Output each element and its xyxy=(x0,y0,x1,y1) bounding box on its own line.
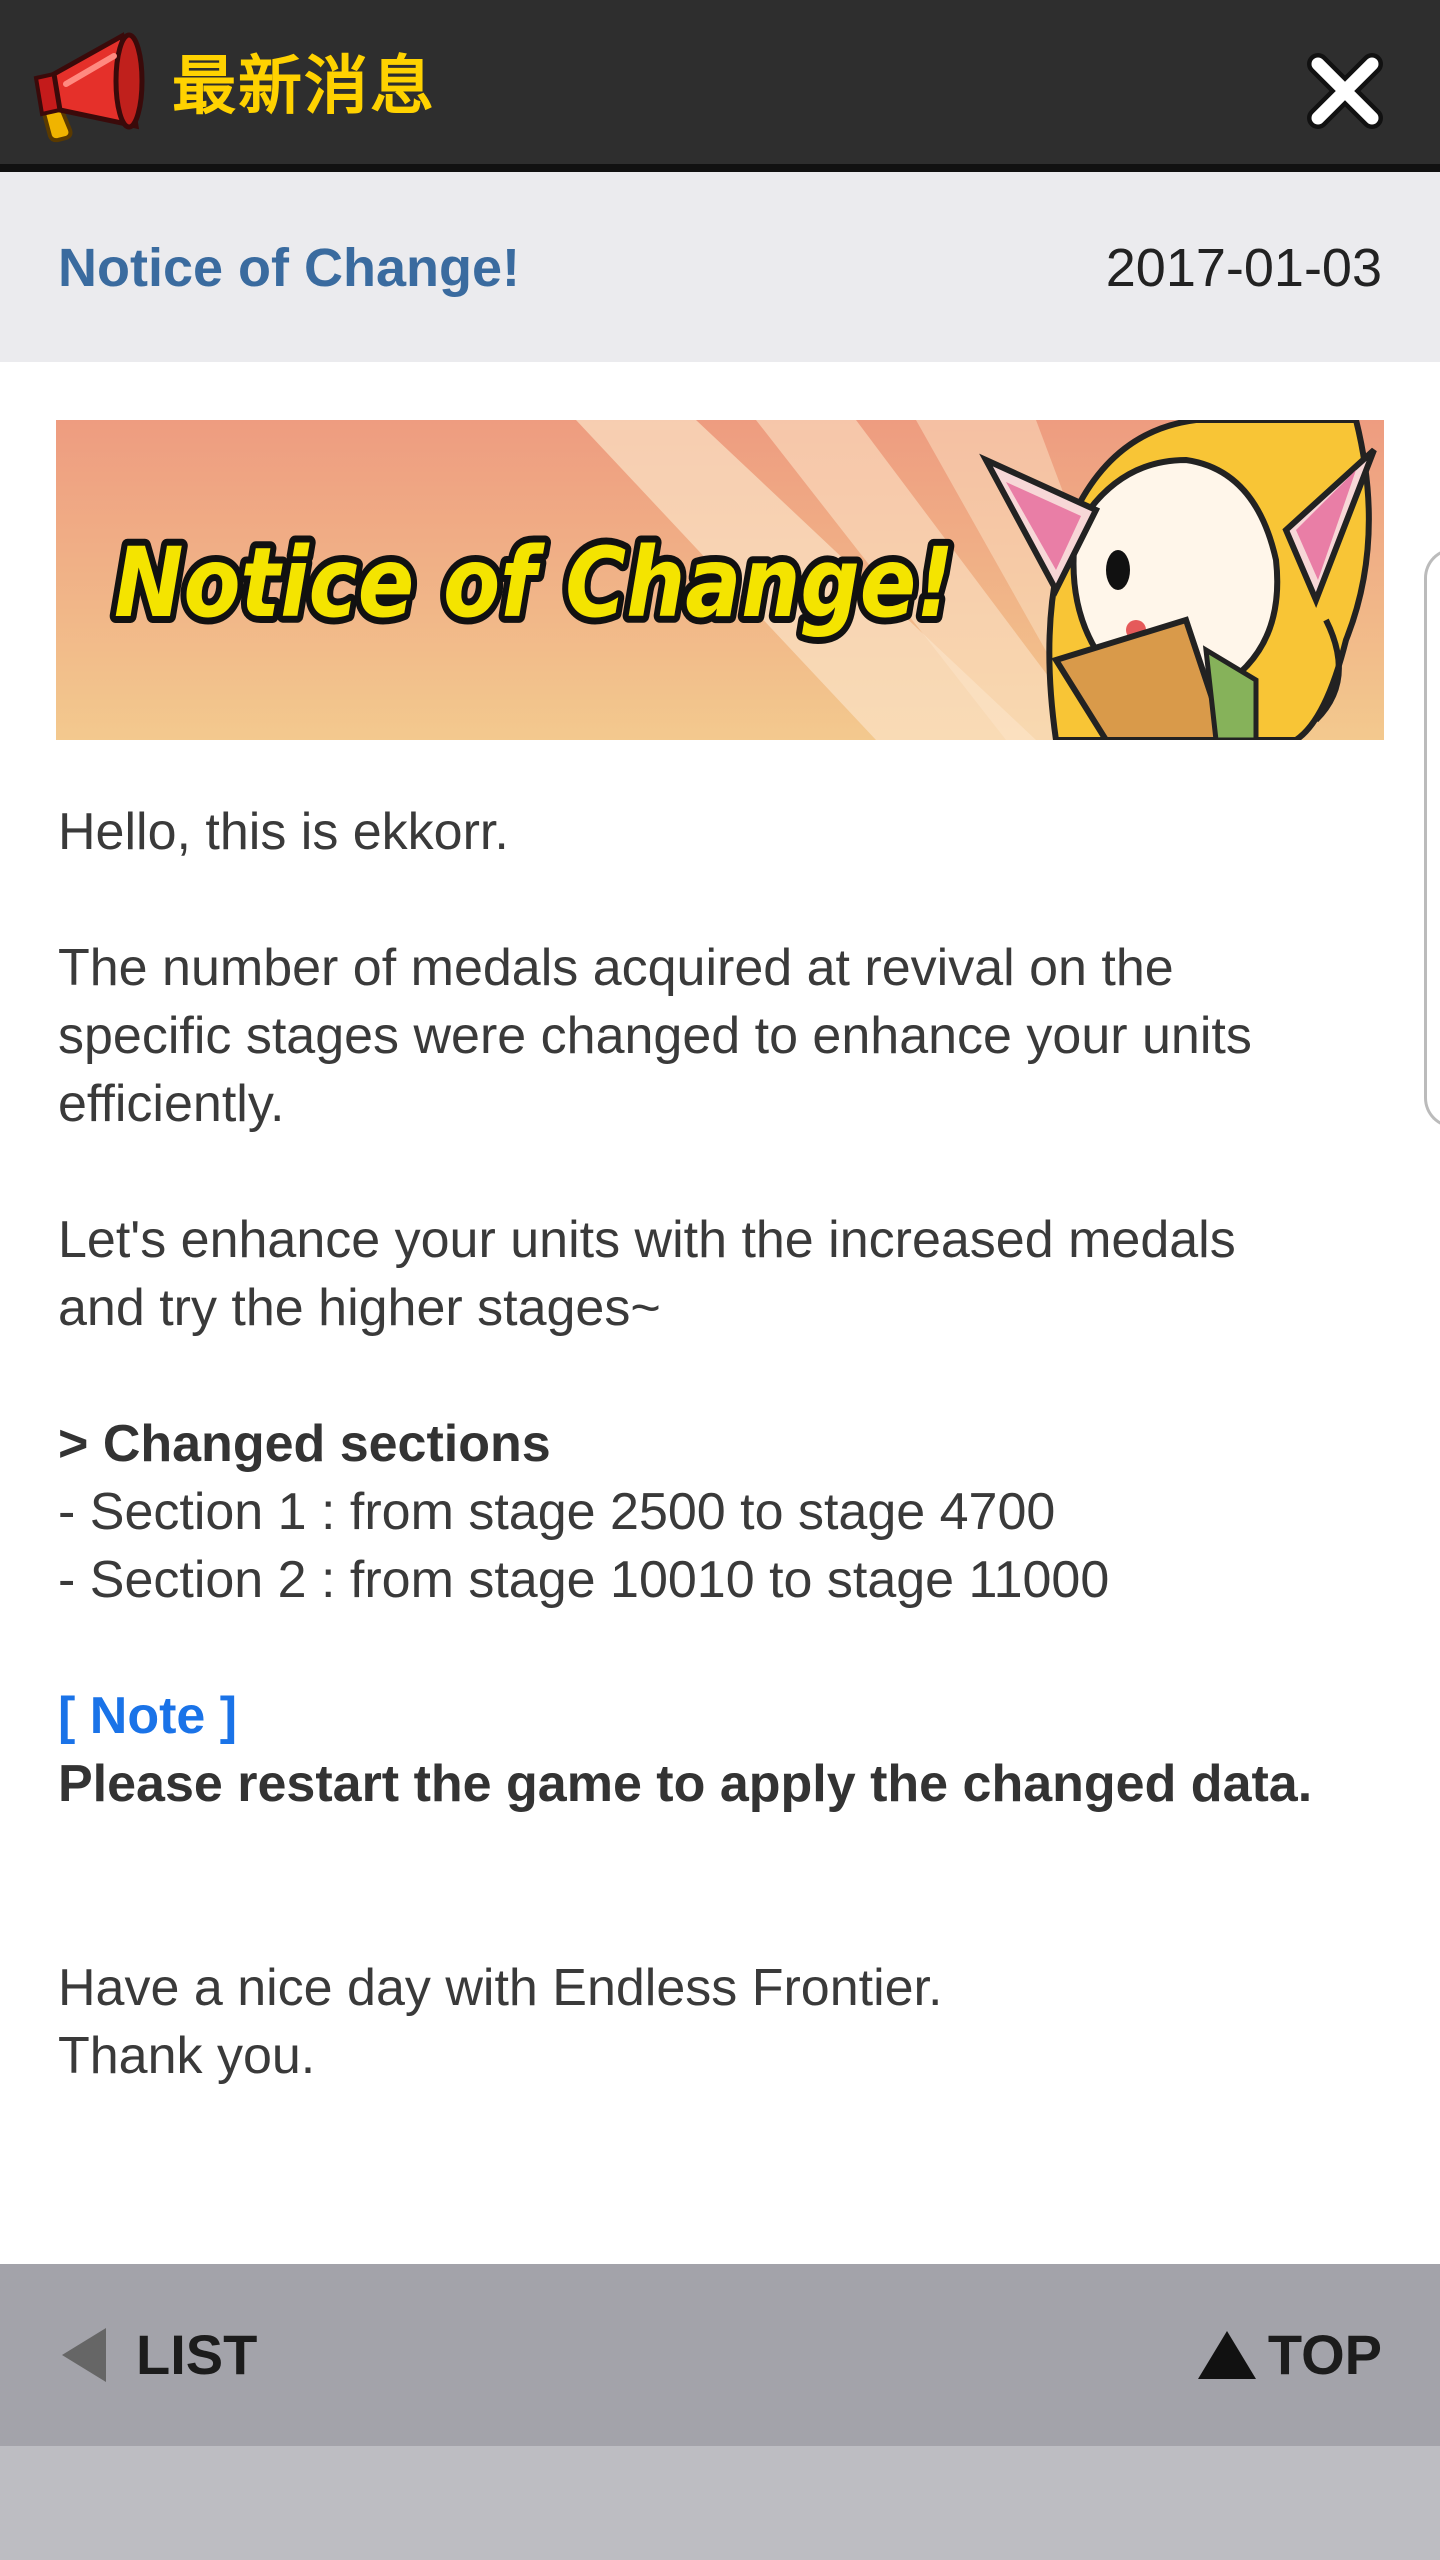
footer-nav: LIST TOP xyxy=(0,2264,1440,2446)
banner-text: Notice of Change! xyxy=(114,527,954,639)
close-button[interactable] xyxy=(1300,50,1390,134)
paragraph-line: and try the higher stages~ xyxy=(58,1279,661,1337)
bottom-strip xyxy=(0,2446,1440,2560)
close-icon xyxy=(1307,53,1383,129)
side-edge-handle[interactable] xyxy=(1424,548,1440,1128)
greeting-text: Hello, this is ekkorr. xyxy=(58,803,509,861)
window-title: 最新消息 xyxy=(172,50,436,122)
list-button[interactable]: LIST xyxy=(62,2320,257,2390)
closing-line: Thank you. xyxy=(58,2027,316,2085)
top-label: TOP xyxy=(1267,2323,1382,2386)
paragraph-line: The number of medals acquired at revival… xyxy=(58,939,1174,997)
paragraph-line: specific stages were changed to enhance … xyxy=(58,1007,1252,1065)
notice-date: 2017-01-03 xyxy=(1105,238,1382,298)
section-item: - Section 2 : from stage 10010 to stage … xyxy=(58,1551,1110,1609)
notice-body: Hello, this is ekkorr. The number of med… xyxy=(58,798,1388,2090)
notice-header: Notice of Change! 2017-01-03 xyxy=(0,172,1440,362)
megaphone-icon xyxy=(26,26,156,146)
section-item: - Section 1 : from stage 2500 to stage 4… xyxy=(58,1483,1056,1541)
closing-line: Have a nice day with Endless Frontier. xyxy=(58,1959,943,2017)
note-label: [ Note ] xyxy=(58,1687,238,1745)
triangle-up-icon xyxy=(1197,2331,1256,2379)
triangle-left-icon xyxy=(62,2328,106,2382)
top-bar: 最新消息 xyxy=(0,0,1440,172)
note-text: Please restart the game to apply the cha… xyxy=(58,1755,1313,1813)
paragraph-line: efficiently. xyxy=(58,1075,285,1133)
top-button[interactable]: TOP xyxy=(1197,2320,1382,2390)
notice-banner: Notice of Change! xyxy=(56,420,1384,740)
paragraph-line: Let's enhance your units with the increa… xyxy=(58,1211,1236,1269)
sections-heading: > Changed sections xyxy=(58,1415,551,1473)
list-label: LIST xyxy=(136,2323,258,2386)
notice-title: Notice of Change! xyxy=(58,238,521,298)
